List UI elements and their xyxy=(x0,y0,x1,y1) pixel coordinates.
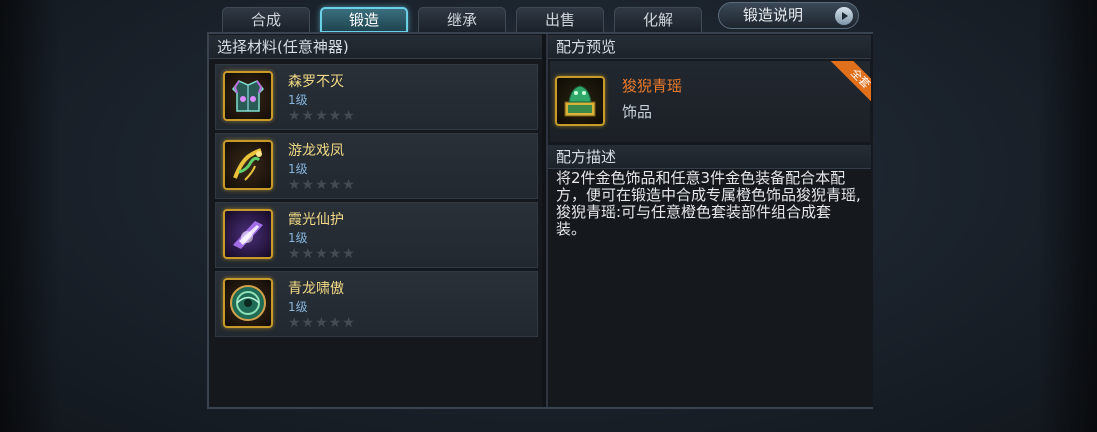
recipe-preview-header: 配方预览 xyxy=(548,35,871,59)
material-name: 森罗不灭 xyxy=(288,74,344,90)
star-rating: ★★★★★ xyxy=(288,177,356,193)
full-set-badge-label: 全套 xyxy=(829,61,871,101)
forge-help-label: 锻造说明 xyxy=(743,6,804,24)
material-name: 游龙戏凤 xyxy=(288,143,344,159)
tab-sell[interactable]: 出售 xyxy=(516,7,604,33)
star-rating: ★★★★★ xyxy=(288,315,356,331)
tab-dissolve[interactable]: 化解 xyxy=(614,7,702,33)
star-rating: ★★★★★ xyxy=(288,246,356,262)
recipe-item-type: 饰品 xyxy=(622,103,653,121)
recipe-item-name: 狻猊青瑶 xyxy=(622,77,683,95)
material-row-youlong[interactable]: 游龙戏凤 1级 ★★★★★ xyxy=(215,133,538,199)
material-level: 1级 xyxy=(288,231,308,245)
recipe-description-text: 将2件金色饰品和任意3件金色装备配合本配方，便可在锻造中合成专属橙色饰品狻猊青瑶… xyxy=(556,169,861,238)
material-name: 青龙啸傲 xyxy=(288,281,344,297)
tab-inherit[interactable]: 继承 xyxy=(418,7,506,33)
material-row-xiaguang[interactable]: 霞光仙护 1级 ★★★★★ xyxy=(215,202,538,268)
tab-synthesize[interactable]: 合成 xyxy=(222,7,310,33)
full-set-badge: 全套 xyxy=(821,61,871,101)
material-row-senluo[interactable]: 森罗不灭 1级 ★★★★★ xyxy=(215,64,538,130)
material-row-qinglong[interactable]: 青龙啸傲 1级 ★★★★★ xyxy=(215,271,538,337)
jade-disc-icon xyxy=(223,278,273,328)
material-level: 1级 xyxy=(288,162,308,176)
materials-header: 选择材料(任意神器) xyxy=(209,35,542,59)
armor-icon xyxy=(223,71,273,121)
forge-help-button[interactable]: 锻造说明 xyxy=(718,2,859,29)
dragon-weapon-icon xyxy=(223,140,273,190)
jade-seal-icon[interactable] xyxy=(555,76,605,126)
crystal-icon xyxy=(223,209,273,259)
tab-forge[interactable]: 锻造 xyxy=(320,7,408,33)
recipe-description-header: 配方描述 xyxy=(548,145,871,169)
right-vignette xyxy=(1037,0,1097,432)
left-vignette xyxy=(0,0,60,432)
arrow-right-icon xyxy=(835,7,853,25)
star-rating: ★★★★★ xyxy=(288,108,356,124)
material-level: 1级 xyxy=(288,300,308,314)
material-name: 霞光仙护 xyxy=(288,212,344,228)
material-level: 1级 xyxy=(288,93,308,107)
